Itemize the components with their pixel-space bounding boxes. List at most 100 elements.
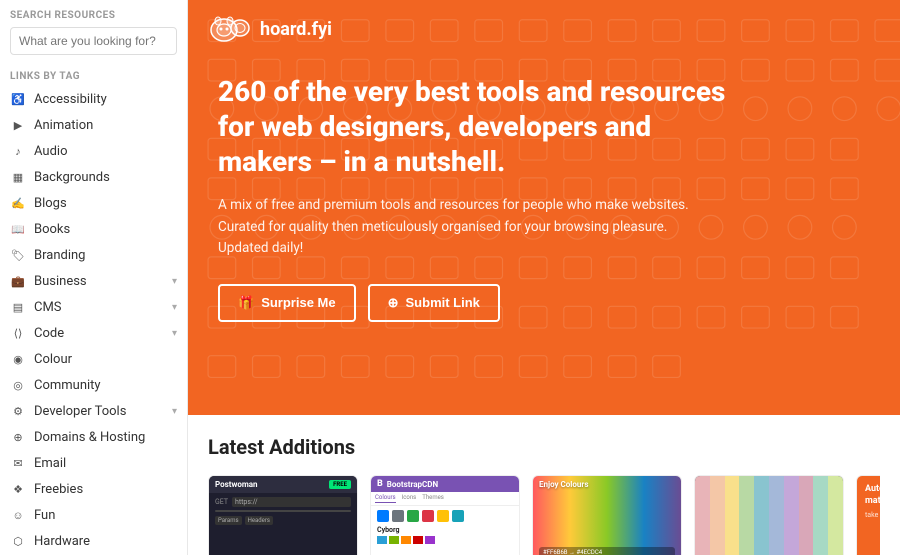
search-input[interactable]: [10, 27, 177, 55]
url-field: https://: [232, 497, 351, 507]
surprise-me-button[interactable]: 🎁 Surprise Me: [218, 284, 356, 322]
card-palette[interactable]: [694, 475, 844, 555]
latest-cards-row: Postwoman FREE GET https:// Params Heade…: [208, 475, 880, 555]
card-row-1: GET https://: [215, 497, 351, 507]
users-icon: ◎: [10, 377, 26, 393]
sidebar-items-list: ♿ Accessibility ▶ Animation ♪ Audio ▦ Ba…: [0, 86, 187, 555]
sidebar-item-fun[interactable]: ☺ Fun: [0, 502, 187, 528]
sidebar-item-hardware[interactable]: ⬡ Hardware: [0, 528, 187, 554]
plus-circle-icon: ⊕: [388, 295, 399, 311]
strip-3: [725, 476, 740, 555]
hero-section: hoard.fyi 260 of the very best tools and…: [188, 0, 900, 415]
latest-additions-title: Latest Additions: [208, 435, 880, 459]
sidebar-label-colour: Colour: [34, 352, 177, 367]
chevron-icon-cms: ▾: [172, 302, 177, 313]
code-icon: ⟨⟩: [10, 325, 26, 341]
sidebar-item-books[interactable]: 📖 Books: [0, 216, 187, 242]
gift-icon: 🎁: [238, 295, 254, 311]
sidebar-label-community: Community: [34, 378, 177, 393]
globe-icon: ⊕: [10, 429, 26, 445]
tag-icon: 🏷: [10, 247, 26, 263]
logo-icon: [208, 14, 252, 44]
strip-9: [813, 476, 828, 555]
chevron-icon-code: ▾: [172, 328, 177, 339]
cyborg-swatch-2: [389, 536, 399, 544]
bootstrap-logo: B: [377, 479, 383, 489]
card-postwoman-body: GET https:// Params Headers: [209, 493, 357, 529]
submit-link-button[interactable]: ⊕ Submit Link: [368, 284, 500, 322]
sidebar-label-accessibility: Accessibility: [34, 92, 177, 107]
card-bootstrap[interactable]: B BootstrapCDN Colours Icons Themes: [370, 475, 520, 555]
card-postwoman-header: Postwoman FREE: [209, 476, 357, 493]
gift-icon: ❖: [10, 481, 26, 497]
strip-7: [784, 476, 799, 555]
swatch-success: [407, 510, 419, 522]
sidebar-item-freebies[interactable]: ❖ Freebies: [0, 476, 187, 502]
gradient-label: Enjoy Colours: [539, 480, 588, 489]
bootstrap-body: Cyborg: [371, 506, 519, 548]
sidebar-label-branding: Branding: [34, 248, 177, 263]
sidebar-item-cms[interactable]: ▤ CMS ▾: [0, 294, 187, 320]
postwoman-badge: FREE: [329, 480, 351, 489]
header-bar: hoard.fyi: [188, 0, 900, 44]
sidebar-item-audio[interactable]: ♪ Audio: [0, 138, 187, 164]
strip-4: [739, 476, 754, 555]
sidebar-item-backgrounds[interactable]: ▦ Backgrounds: [0, 164, 187, 190]
sidebar-item-code[interactable]: ⟨⟩ Code ▾: [0, 320, 187, 346]
color-swatches: [377, 510, 513, 522]
sidebar-item-email[interactable]: ✉ Email: [0, 450, 187, 476]
submit-link-label: Submit Link: [406, 295, 480, 310]
briefcase-icon: 💼: [10, 273, 26, 289]
card-postwoman[interactable]: Postwoman FREE GET https:// Params Heade…: [208, 475, 358, 555]
swatch-info: [452, 510, 464, 522]
sidebar-item-colour[interactable]: ◉ Colour: [0, 346, 187, 372]
envelope-icon: ✉: [10, 455, 26, 471]
automate-title: Auto-mate: [865, 484, 880, 507]
swatch-danger: [422, 510, 434, 522]
sidebar-item-developer-tools[interactable]: ⚙ Developer Tools ▾: [0, 398, 187, 424]
divider: [215, 510, 351, 512]
sidebar: SEARCH RESOURCES LINKS BY TAG ♿ Accessib…: [0, 0, 188, 555]
sidebar-item-business[interactable]: 💼 Business ▾: [0, 268, 187, 294]
nav-icons: Icons: [402, 494, 417, 503]
cyborg-swatch-1: [377, 536, 387, 544]
music-icon: ♪: [10, 143, 26, 159]
sidebar-item-community[interactable]: ◎ Community: [0, 372, 187, 398]
swatch-primary: [377, 510, 389, 522]
sidebar-item-blogs[interactable]: ✍ Blogs: [0, 190, 187, 216]
sidebar-item-domains[interactable]: ⊕ Domains & Hosting: [0, 424, 187, 450]
surprise-me-label: Surprise Me: [261, 295, 335, 310]
sidebar-label-blogs: Blogs: [34, 196, 177, 211]
strip-5: [754, 476, 769, 555]
palette-icon: ◉: [10, 351, 26, 367]
latest-additions-section: Latest Additions Postwoman FREE GET http…: [188, 415, 900, 555]
sidebar-label-email: Email: [34, 456, 177, 471]
sidebar-label-books: Books: [34, 222, 177, 237]
sidebar-label-domains: Domains & Hosting: [34, 430, 177, 445]
cyborg-swatch-4: [413, 536, 423, 544]
hero-title: 260 of the very best tools and resources…: [218, 74, 738, 179]
sidebar-label-hardware: Hardware: [34, 534, 177, 549]
gradient-picker: #FF6B6B → #4ECDC4: [539, 547, 675, 555]
book-icon: 📖: [10, 221, 26, 237]
sidebar-label-developer-tools: Developer Tools: [34, 404, 172, 419]
card-automate[interactable]: Auto-mate take of w...: [856, 475, 880, 555]
sidebar-item-animation[interactable]: ▶ Animation: [0, 112, 187, 138]
main-content: hoard.fyi 260 of the very best tools and…: [188, 0, 900, 555]
automate-subtitle: take of w...: [865, 511, 880, 519]
sidebar-label-freebies: Freebies: [34, 482, 177, 497]
theme-name: Cyborg: [377, 526, 513, 534]
swatch-secondary: [392, 510, 404, 522]
sidebar-label-cms: CMS: [34, 300, 172, 315]
smile-icon: ☺: [10, 507, 26, 523]
sidebar-item-branding[interactable]: 🏷 Branding: [0, 242, 187, 268]
tab-params: Params: [215, 516, 242, 525]
strip-1: [695, 476, 710, 555]
sidebar-item-accessibility[interactable]: ♿ Accessibility: [0, 86, 187, 112]
cyborg-swatch-3: [401, 536, 411, 544]
search-section: SEARCH RESOURCES: [0, 0, 187, 63]
logo-container: hoard.fyi: [208, 14, 332, 44]
logo-text: hoard.fyi: [260, 19, 332, 40]
image-icon: ▦: [10, 169, 26, 185]
card-gradient[interactable]: Enjoy Colours #FF6B6B → #4ECDC4: [532, 475, 682, 555]
